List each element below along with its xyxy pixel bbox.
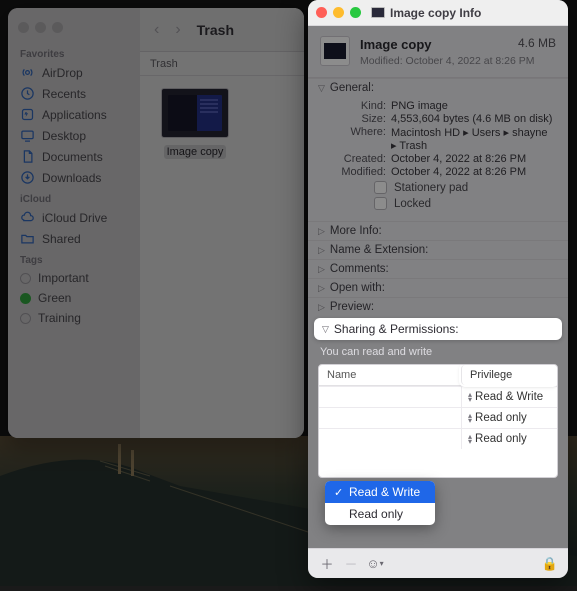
sidebar-item-label: Shared	[42, 232, 81, 246]
airdrop-icon	[20, 65, 35, 80]
info-titlebar: Image copy Info	[308, 0, 568, 26]
finder-sidebar: Favorites AirDrop Recents Applications D…	[8, 8, 140, 438]
permissions-table: Name Privilege ▴▾Read & Write ▴▾Read onl…	[318, 364, 558, 478]
popup-option-read-write[interactable]: ✓Read & Write	[325, 481, 435, 503]
sidebar-item-label: AirDrop	[42, 66, 83, 80]
privilege-select[interactable]: ▴▾Read only	[461, 429, 557, 449]
sidebar-item-label: Desktop	[42, 129, 86, 143]
sidebar-item-documents[interactable]: Documents	[8, 146, 140, 167]
tag-dot-icon	[20, 293, 31, 304]
close-icon[interactable]	[316, 7, 327, 18]
sidebar-item-label: Training	[38, 311, 81, 325]
sidebar-tag-green[interactable]: Green	[8, 288, 140, 308]
section-sharing-permissions[interactable]: ▽Sharing & Permissions:	[314, 318, 562, 340]
disclosure-triangle-icon: ▽	[322, 324, 329, 335]
documents-icon	[20, 149, 35, 164]
privilege-select[interactable]: ▴▾Read only	[461, 408, 557, 428]
back-button[interactable]: ‹	[150, 21, 163, 39]
checkmark-icon: ✓	[334, 486, 344, 499]
action-menu-button[interactable]: ☺︎▾	[366, 555, 384, 573]
sidebar-item-label: Green	[38, 291, 71, 305]
sidebar-header-favorites: Favorites	[8, 43, 140, 62]
minimize-icon[interactable]	[35, 22, 46, 33]
info-window-title: Image copy Info	[390, 6, 481, 20]
sidebar-tag-training[interactable]: Training	[8, 308, 140, 328]
zoom-icon[interactable]	[350, 7, 361, 18]
info-title-thumb-icon	[371, 7, 385, 18]
tag-dot-icon	[20, 273, 31, 284]
popup-option-read-only[interactable]: Read only	[325, 503, 435, 525]
permissions-row: ▴▾Read & Write	[319, 386, 557, 407]
path-bar[interactable]: Trash	[140, 52, 304, 76]
shared-folder-icon	[20, 231, 35, 246]
sidebar-header-icloud: iCloud	[8, 188, 140, 207]
sidebar-item-airdrop[interactable]: AirDrop	[8, 62, 140, 83]
sidebar-item-shared[interactable]: Shared	[8, 228, 140, 249]
minimize-icon[interactable]	[333, 7, 344, 18]
sidebar-item-label: Documents	[42, 150, 103, 164]
sidebar-item-recents[interactable]: Recents	[8, 83, 140, 104]
finder-toolbar: ‹ › Trash	[140, 8, 304, 52]
window-title: Trash	[197, 22, 234, 38]
sidebar-item-desktop[interactable]: Desktop	[8, 125, 140, 146]
permissions-row: ▴▾Read only	[319, 428, 557, 449]
sidebar-item-downloads[interactable]: Downloads	[8, 167, 140, 188]
add-button[interactable]: ＋	[318, 555, 336, 573]
permissions-footer: ＋ － ☺︎▾ 🔒	[308, 548, 568, 578]
downloads-icon	[20, 170, 35, 185]
sidebar-item-label: Important	[38, 271, 89, 285]
close-icon[interactable]	[18, 22, 29, 33]
sidebar-item-icloud-drive[interactable]: iCloud Drive	[8, 207, 140, 228]
sidebar-item-applications[interactable]: Applications	[8, 104, 140, 125]
clock-icon	[20, 86, 35, 101]
sidebar-item-label: Downloads	[42, 171, 101, 185]
applications-icon	[20, 107, 35, 122]
file-item[interactable]: Image copy	[152, 88, 238, 160]
sidebar-header-tags: Tags	[8, 249, 140, 268]
privilege-select[interactable]: ▴▾Read & Write	[461, 387, 557, 407]
remove-button[interactable]: －	[342, 555, 360, 573]
sidebar-item-label: Applications	[42, 108, 107, 122]
get-info-window: Image copy Info Image copy4.6 MB Modifie…	[308, 0, 568, 578]
file-label: Image copy	[164, 145, 227, 159]
privilege-popup-menu: ✓Read & Write Read only	[325, 481, 435, 525]
col-name[interactable]: Name	[319, 365, 461, 385]
file-thumbnail	[161, 88, 229, 138]
cloud-icon	[20, 210, 35, 225]
file-grid: Image copy	[140, 76, 304, 172]
sidebar-item-label: iCloud Drive	[42, 211, 107, 225]
permissions-row: ▴▾Read only	[319, 407, 557, 428]
tag-dot-icon	[20, 313, 31, 324]
permissions-note: You can read and write	[320, 346, 556, 358]
sidebar-tag-important[interactable]: Important	[8, 268, 140, 288]
lock-icon[interactable]: 🔒	[542, 556, 558, 572]
finder-window: Favorites AirDrop Recents Applications D…	[8, 8, 304, 438]
forward-button[interactable]: ›	[171, 21, 184, 39]
desktop-icon	[20, 128, 35, 143]
col-privilege[interactable]: Privilege	[461, 365, 557, 385]
sidebar-item-label: Recents	[42, 87, 86, 101]
zoom-icon[interactable]	[52, 22, 63, 33]
